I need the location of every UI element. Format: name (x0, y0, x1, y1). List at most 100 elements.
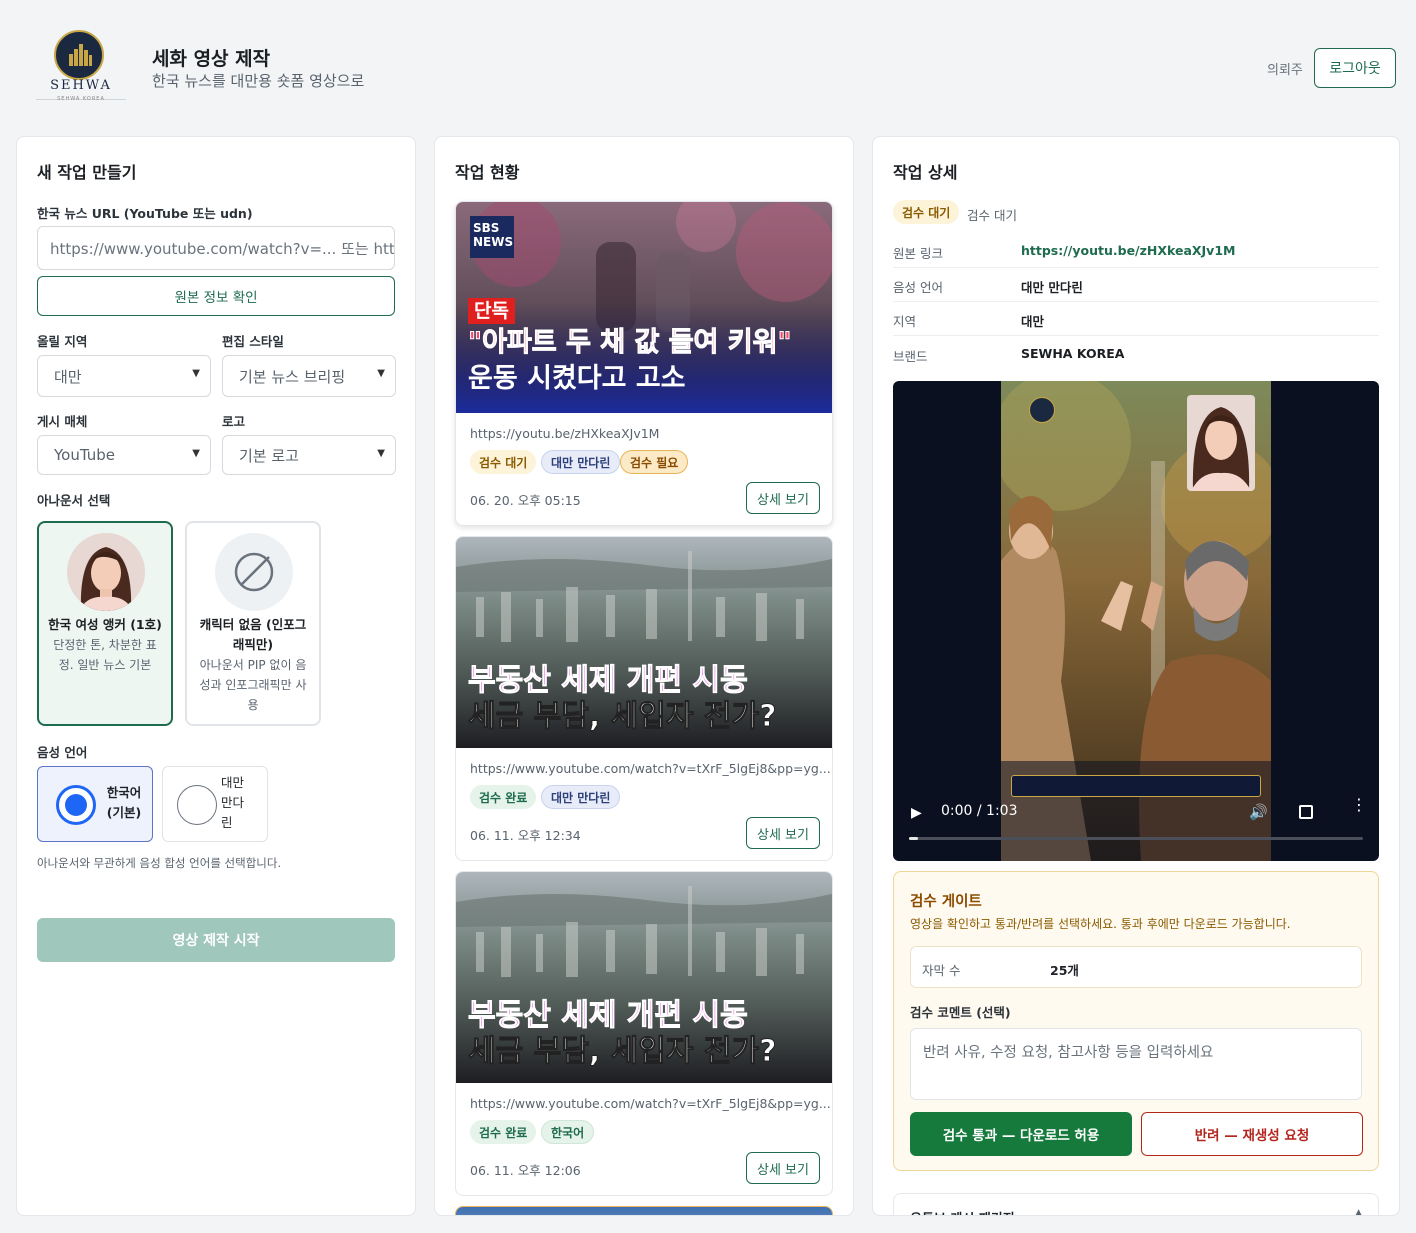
logo-select[interactable]: 기본 로고 ▼ (222, 435, 396, 475)
detail-row-region: 지역 대만 (893, 302, 1379, 336)
fullscreen-icon[interactable] (1299, 805, 1313, 819)
view-detail-button[interactable]: 상세 보기 (746, 482, 820, 514)
check-source-button[interactable]: 원본 정보 확인 (37, 276, 395, 316)
detail-value: SEWHA KOREA (1021, 346, 1125, 361)
thumbnail-subline: 세금 부담, 세입자 전가? (468, 699, 778, 735)
review-gate: 검수 게이트 영상을 확인하고 통과/반려를 선택하세요. 통과 후에만 다운로… (893, 871, 1379, 1171)
no-character-icon (215, 533, 293, 611)
anchor-option-korean-female[interactable]: 한국 여성 앵커 (1호) 단정한 톤, 차분한 표정. 일반 뉴스 기본 (37, 521, 173, 726)
thumbnail-tag: 단독 (468, 298, 515, 324)
thumbnail-headline: "아파트 두 채 값 들여 키워" (468, 327, 793, 359)
radio-selected-icon (56, 785, 96, 825)
video-time: 0:00 / 1:03 (941, 803, 1018, 819)
region-label: 올릴 지역 (37, 334, 88, 349)
anchor-label: 아나운서 선택 (37, 493, 111, 508)
language-badge: 대만 만다린 (541, 450, 621, 474)
job-detail-title: 작업 상세 (893, 163, 958, 182)
job-date: 06. 11. 오후 12:34 (470, 828, 581, 843)
job-card[interactable]: 부동산 세제 개편 시동 세금 부담, 세입자 전가? https://www.… (455, 536, 833, 861)
app-title: 세화 영상 제작 (152, 48, 271, 70)
chevron-up-icon[interactable]: ▲ (1355, 1208, 1362, 1215)
video-logo-icon (1029, 397, 1055, 423)
voice-mandarin-label: 대만 만다린 (221, 775, 245, 830)
job-date: 06. 20. 오후 05:15 (470, 493, 581, 508)
job-date: 06. 11. 오후 12:06 (470, 1163, 581, 1178)
chevron-down-icon: ▼ (377, 448, 385, 459)
chevron-down-icon: ▼ (192, 448, 200, 459)
status-badge: 검수 완료 (470, 1120, 537, 1144)
region-value: 대만 (54, 367, 82, 386)
job-url: https://www.youtube.com/watch?v=tXrF_5lg… (470, 761, 831, 776)
thumbnail-subline: 운동 시켰다고 고소 (468, 363, 686, 394)
job-thumbnail (456, 1207, 832, 1215)
voice-label: 음성 언어 (37, 745, 88, 760)
view-detail-button[interactable]: 상세 보기 (746, 1152, 820, 1184)
job-thumbnail: 부동산 세제 개편 시동 세금 부담, 세입자 전가? (456, 872, 832, 1083)
caption-count-label: 자막 수 (922, 963, 961, 978)
caption-count-box: 자막 수 25개 (910, 946, 1362, 988)
detail-key: 원본 링크 (893, 246, 943, 261)
detail-key: 브랜드 (893, 349, 928, 364)
source-link[interactable]: https://youtu.be/zHXkeaXJv1M (1021, 243, 1235, 258)
url-label: 한국 뉴스 URL (YouTube 또는 udn) (37, 206, 253, 221)
status-text: 검수 대기 (967, 208, 1017, 223)
reject-button[interactable]: 반려 — 재생성 요청 (1141, 1112, 1363, 1156)
anchor-desc: 아나운서 PIP 없이 음성과 인포그래픽만 사용 (199, 658, 307, 712)
youtube-package-title: 유튜브 게시 패키지 (910, 1208, 1015, 1215)
review-needed-badge: 검수 필요 (620, 450, 689, 474)
job-card[interactable]: SBS NEWS 단독 "아파트 두 채 값 들여 키워" 운동 시켰다고 고소… (455, 201, 833, 526)
channel-logo: SBS NEWS (470, 216, 514, 258)
app-header: SEHWA SEHWA KOREA 세화 영상 제작 한국 뉴스를 대만용 숏폼… (0, 0, 1416, 136)
play-icon[interactable]: ▶ (911, 805, 922, 821)
video-progress-track[interactable] (909, 837, 1363, 840)
chevron-down-icon: ▼ (377, 368, 385, 379)
comment-label: 검수 코멘트 (선택) (910, 1005, 1011, 1020)
volume-icon[interactable]: 🔊 (1249, 803, 1268, 821)
voice-hint: 아나운서와 무관하게 음성 합성 언어를 선택합니다. (37, 856, 282, 870)
approve-button[interactable]: 검수 통과 — 다운로드 허용 (910, 1112, 1132, 1156)
platform-select[interactable]: YouTube ▼ (37, 435, 211, 475)
youtube-package-section[interactable]: 유튜브 게시 패키지 ▲ (893, 1193, 1379, 1215)
status-badge: 검수 대기 (470, 450, 537, 474)
start-production-button[interactable]: 영상 제작 시작 (37, 918, 395, 962)
brand-logo: SEHWA SEHWA KOREA (34, 26, 128, 104)
anchor-name: 캐릭터 없음 (인포그래픽만) (199, 617, 307, 652)
voice-option-mandarin[interactable]: 대만 만다린 (162, 766, 268, 842)
user-role: 의뢰주 (1267, 63, 1303, 78)
style-select[interactable]: 기본 뉴스 브리핑 ▼ (222, 355, 396, 397)
video-player[interactable]: ▶ 0:00 / 1:03 🔊 ⋮ (893, 381, 1379, 861)
video-progress-fill (909, 837, 919, 840)
logout-button[interactable]: 로그아웃 (1314, 48, 1396, 88)
detail-row-brand: 브랜드 SEWHA KOREA (893, 337, 1379, 371)
job-thumbnail: SBS NEWS 단독 "아파트 두 채 값 들여 키워" 운동 시켰다고 고소 (456, 202, 832, 413)
chevron-down-icon: ▼ (192, 368, 200, 379)
logo-wordmark: SEHWA (50, 78, 112, 93)
logo-label: 로고 (222, 414, 246, 429)
detail-row-voice: 음성 언어 대만 만다린 (893, 268, 1379, 302)
radio-empty-icon (177, 785, 217, 825)
app-subtitle: 한국 뉴스를 대만용 숏폼 영상으로 (152, 72, 365, 90)
logo-value: 기본 로고 (239, 446, 299, 465)
thumbnail-subline: 세금 부담, 세입자 전가? (468, 1034, 778, 1070)
anchor-option-none[interactable]: 캐릭터 없음 (인포그래픽만) 아나운서 PIP 없이 음성과 인포그래픽만 사… (185, 521, 321, 726)
thumbnail-headline: 부동산 세제 개편 시동 (468, 663, 749, 699)
voice-korean-label: 한국어 (기본) (106, 785, 142, 820)
more-options-icon[interactable]: ⋮ (1351, 797, 1367, 813)
create-job-panel: 새 작업 만들기 한국 뉴스 URL (YouTube 또는 udn) http… (16, 136, 416, 1216)
platform-value: YouTube (54, 446, 115, 464)
review-comment-textarea[interactable]: 반려 사유, 수정 요청, 참고사항 등을 입력하세요 (910, 1028, 1362, 1100)
language-badge: 대만 만다린 (541, 785, 621, 809)
voice-option-korean[interactable]: 한국어 (기본) (37, 766, 153, 842)
status-badge: 검수 완료 (470, 785, 537, 809)
job-detail-panel: 작업 상세 검수 대기 검수 대기 원본 링크 https://youtu.be/… (872, 136, 1400, 1216)
create-job-title: 새 작업 만들기 (37, 163, 137, 182)
region-select[interactable]: 대만 ▼ (37, 355, 211, 397)
job-url: https://www.youtube.com/watch?v=tXrF_5lg… (470, 1096, 831, 1111)
thumbnail-headline: 부동산 세제 개편 시동 (468, 998, 749, 1034)
view-detail-button[interactable]: 상세 보기 (746, 817, 820, 849)
job-card[interactable] (455, 1206, 833, 1215)
url-input[interactable]: https://www.youtube.com/watch?v=... 또는 h… (37, 226, 395, 270)
logo-subtext: SEHWA KOREA (57, 96, 105, 102)
job-card[interactable]: 부동산 세제 개편 시동 세금 부담, 세입자 전가? https://www.… (455, 871, 833, 1196)
gate-description: 영상을 확인하고 통과/반려를 선택하세요. 통과 후에만 다운로드 가능합니다… (910, 917, 1291, 931)
